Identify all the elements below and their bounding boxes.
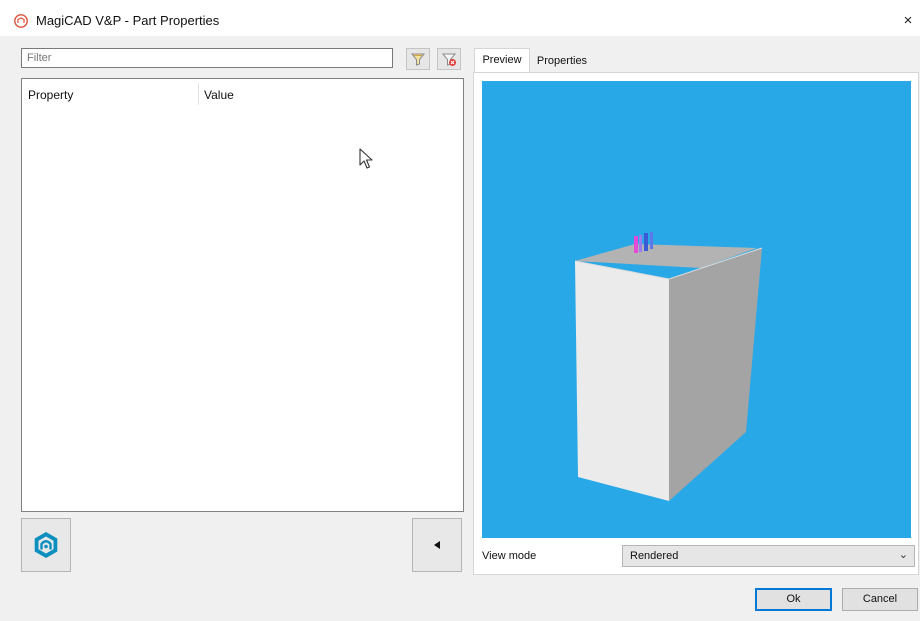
ok-button[interactable]: Ok: [755, 588, 832, 611]
property-list[interactable]: Property Value: [21, 78, 464, 512]
window-title: MagiCAD V&P - Part Properties: [36, 13, 220, 28]
view-mode-dropdown[interactable]: Rendered ⌄: [622, 545, 915, 567]
tab-properties[interactable]: Properties: [531, 50, 593, 72]
tab-preview[interactable]: Preview: [474, 48, 530, 72]
box-right-face: [669, 248, 762, 501]
view-mode-label: View mode: [482, 550, 537, 562]
box-front-face: [575, 261, 669, 501]
connector-pink: [634, 236, 638, 253]
funnel-icon: [410, 53, 426, 66]
clear-filter-button[interactable]: [437, 48, 461, 70]
close-button[interactable]: ×: [896, 9, 920, 33]
chevron-down-icon: ⌄: [898, 549, 908, 561]
collapse-button[interactable]: [412, 518, 462, 572]
column-header-value[interactable]: Value: [204, 88, 234, 102]
triangle-left-icon: [434, 541, 440, 549]
column-header-property[interactable]: Property: [28, 88, 73, 102]
magicad-app-icon: [14, 14, 28, 28]
magicad-logo-icon: [34, 532, 58, 558]
magicad-logo-button[interactable]: [21, 518, 71, 572]
title-bar: MagiCAD V&P - Part Properties ×: [0, 6, 920, 36]
filter-input[interactable]: [21, 48, 393, 68]
connector-blue-2: [650, 232, 653, 249]
view-mode-value: Rendered: [630, 550, 679, 562]
column-divider[interactable]: [198, 83, 199, 105]
preview-viewport[interactable]: [482, 81, 911, 538]
funnel-clear-icon: [441, 53, 457, 66]
mouse-cursor-icon: [359, 148, 373, 169]
cancel-button[interactable]: Cancel: [842, 588, 918, 611]
cutoff-text: [190, 0, 390, 3]
connector-blue: [644, 233, 648, 251]
connector-violet: [639, 235, 642, 252]
3d-box-model: [574, 232, 763, 501]
apply-filter-button[interactable]: [406, 48, 430, 70]
